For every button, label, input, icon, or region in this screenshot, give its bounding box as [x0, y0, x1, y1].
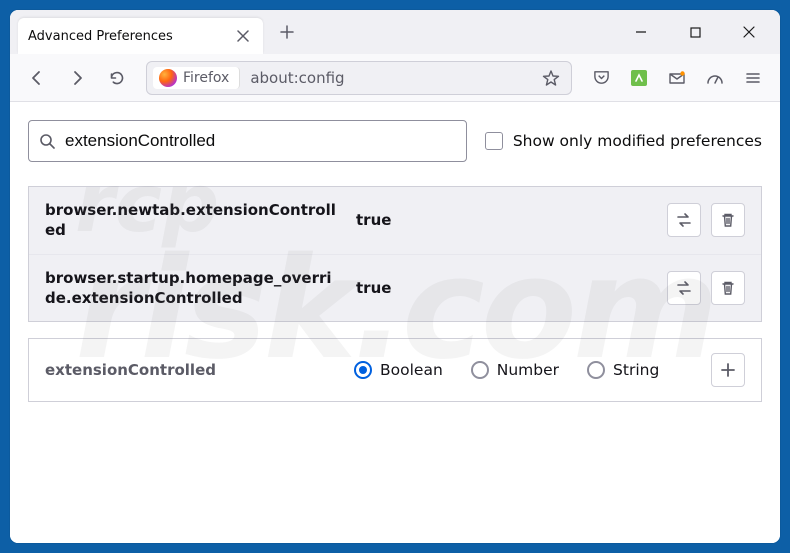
row-actions	[667, 203, 745, 237]
close-window-button[interactable]	[726, 16, 772, 48]
mail-button[interactable]	[660, 61, 694, 95]
url-text: about:config	[250, 69, 344, 87]
checkbox-label: Show only modified preferences	[513, 132, 762, 150]
app-menu-button[interactable]	[736, 61, 770, 95]
reload-button[interactable]	[100, 61, 134, 95]
radio-label: Boolean	[380, 361, 443, 379]
new-pref-row: extensionControlled Boolean Number Strin…	[28, 338, 762, 402]
window-controls	[618, 10, 772, 48]
toggle-button[interactable]	[667, 203, 701, 237]
prefs-table: browser.newtab.extensionControlled true …	[28, 186, 762, 322]
pref-name: browser.newtab.extensionControlled	[45, 200, 340, 241]
radio-label: Number	[497, 361, 559, 379]
radio-string[interactable]: String	[587, 361, 659, 379]
pref-name: browser.startup.homepage_override.extens…	[45, 268, 340, 309]
forward-button[interactable]	[60, 61, 94, 95]
search-row: Show only modified preferences	[28, 120, 762, 162]
toggle-button[interactable]	[667, 271, 701, 305]
pref-value: true	[356, 279, 651, 297]
add-pref-button[interactable]	[711, 353, 745, 387]
toolbar: Firefox about:config	[10, 54, 780, 102]
type-radio-group: Boolean Number String	[354, 361, 697, 379]
titlebar: Advanced Preferences	[10, 10, 780, 54]
row-actions	[667, 271, 745, 305]
maximize-button[interactable]	[672, 16, 718, 48]
radio-icon	[587, 361, 605, 379]
tab-title: Advanced Preferences	[28, 29, 225, 44]
browser-tab[interactable]: Advanced Preferences	[18, 18, 263, 54]
identity-box[interactable]: Firefox	[153, 67, 240, 89]
search-box[interactable]	[28, 120, 467, 162]
checkbox-icon	[485, 132, 503, 150]
radio-label: String	[613, 361, 659, 379]
radio-icon	[471, 361, 489, 379]
search-icon	[39, 133, 55, 149]
new-tab-button[interactable]	[271, 16, 303, 48]
radio-number[interactable]: Number	[471, 361, 559, 379]
pref-value: true	[356, 211, 651, 229]
pref-row[interactable]: browser.newtab.extensionControlled true	[29, 187, 761, 255]
delete-button[interactable]	[711, 271, 745, 305]
about-config-content: Show only modified preferences browser.n…	[10, 102, 780, 543]
toolbar-right	[584, 61, 770, 95]
urlbar[interactable]: Firefox about:config	[146, 61, 572, 95]
firefox-logo-icon	[159, 69, 177, 87]
minimize-button[interactable]	[618, 16, 664, 48]
browser-window: Advanced Preferences Firefox about:confi…	[10, 10, 780, 543]
pocket-button[interactable]	[584, 61, 618, 95]
bookmark-star-icon[interactable]	[537, 64, 565, 92]
pref-row[interactable]: browser.startup.homepage_override.extens…	[29, 255, 761, 322]
extension-button[interactable]	[622, 61, 656, 95]
delete-button[interactable]	[711, 203, 745, 237]
radio-icon	[354, 361, 372, 379]
search-input[interactable]	[65, 131, 456, 151]
new-pref-name: extensionControlled	[45, 361, 340, 379]
back-button[interactable]	[20, 61, 54, 95]
radio-boolean[interactable]: Boolean	[354, 361, 443, 379]
close-tab-button[interactable]	[233, 26, 253, 46]
show-modified-checkbox[interactable]: Show only modified preferences	[485, 132, 762, 150]
dashboard-button[interactable]	[698, 61, 732, 95]
identity-label: Firefox	[183, 70, 229, 86]
